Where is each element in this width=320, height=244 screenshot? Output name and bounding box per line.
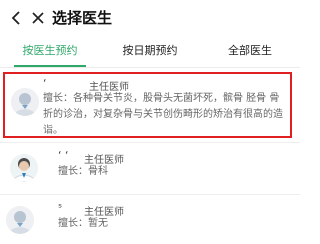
doctor-name: ‘ [43, 77, 47, 90]
doctor-avatar [11, 88, 39, 116]
back-chevron-icon[interactable] [8, 9, 26, 27]
tab-by-doctor[interactable]: 按医生预约 [0, 40, 100, 68]
tab-by-date[interactable]: 按日期预约 [100, 40, 200, 68]
doctor-name: ‘ ‘ [58, 149, 69, 162]
doctor-card[interactable]: ‘ ‘ 主任医师 擅长：骨科 [0, 146, 300, 190]
doctor-name: ˢ [58, 201, 63, 214]
active-tab-indicator [14, 65, 86, 67]
tab-label: 全部医生 [228, 44, 272, 57]
tab-bar: 按医生预约 按日期预约 全部医生 [0, 40, 300, 68]
close-icon[interactable] [30, 10, 46, 26]
doctor-avatar [6, 206, 34, 234]
page-title: 选择医生 [52, 9, 113, 27]
divider [0, 194, 300, 195]
doctor-avatar [10, 154, 38, 182]
doctor-specialty: 擅长：骨科 [58, 166, 108, 177]
doctor-card[interactable]: ‘ 主任医师 擅长：各种骨关节炎，股骨头无菌坏死，髌骨 胫骨 骨折的诊治，对复杂… [3, 72, 292, 138]
doctor-card[interactable]: ˢ 主任医师 擅长：暂无 [0, 198, 300, 244]
tab-all-doctors[interactable]: 全部医生 [200, 40, 300, 68]
tab-label: 按日期预约 [122, 44, 178, 57]
divider [0, 142, 300, 143]
tab-label: 按医生预约 [22, 44, 78, 57]
doctor-specialty: 擅长：各种骨关节炎，股骨头无菌坏死，髌骨 胫骨 骨折的诊治，对复杂骨与关节创伤畸… [43, 93, 283, 136]
doctor-specialty: 擅长：暂无 [58, 218, 108, 229]
header-bar: 选择医生 [0, 0, 300, 40]
